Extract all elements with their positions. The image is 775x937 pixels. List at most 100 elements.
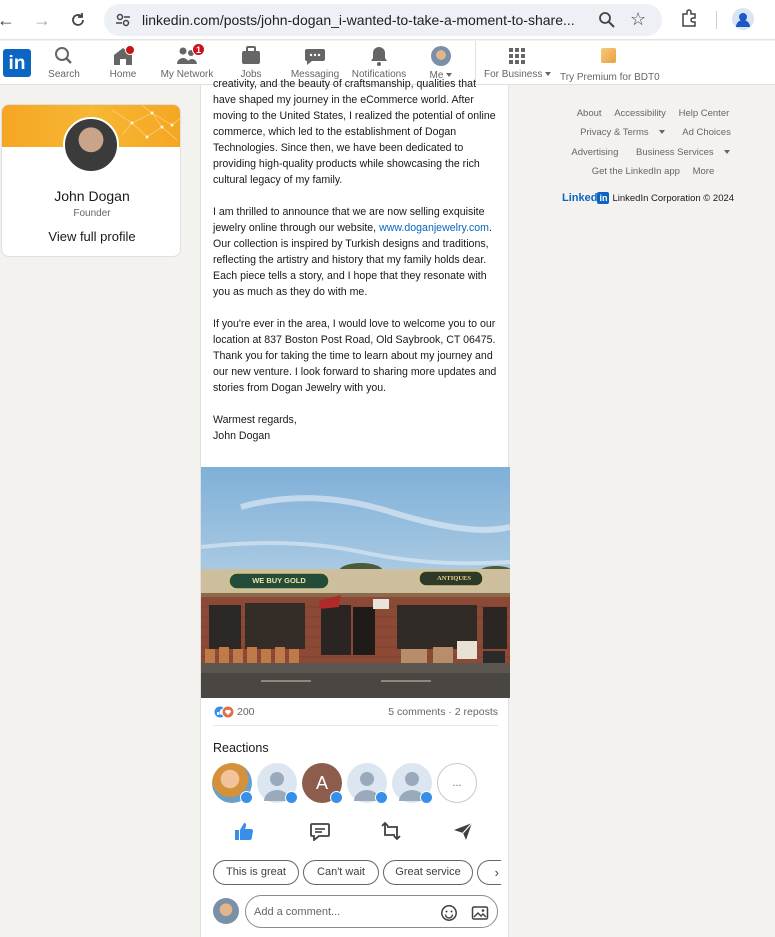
linkedin-wordmark-box: in — [597, 192, 610, 204]
reaction-icons[interactable] — [213, 705, 235, 719]
view-profile-link[interactable]: View full profile — [2, 229, 180, 244]
forward-icon[interactable]: → — [30, 8, 54, 32]
bookmark-star-icon[interactable]: ☆ — [630, 9, 646, 30]
commenter-avatar — [213, 898, 239, 924]
reactor-avatar[interactable] — [257, 763, 298, 804]
like-badge-icon — [375, 791, 388, 804]
nav-search[interactable]: Search — [48, 45, 80, 83]
copyright-text: LinkedIn Corporation © 2024 — [612, 193, 735, 204]
grid-icon — [505, 45, 529, 67]
footer-link-accessibility[interactable]: Accessibility — [614, 108, 666, 119]
photo-sign-left: WE BUY GOLD — [252, 576, 306, 585]
footer-link-business-services[interactable]: Business Services — [631, 147, 735, 158]
post-actions — [213, 821, 498, 843]
nav-label: Try Premium for BDT0 — [560, 72, 660, 83]
comment-icon[interactable] — [309, 821, 333, 843]
comment-composer — [213, 895, 498, 929]
suggestion-chip[interactable]: Great service — [383, 860, 473, 885]
reactions-heading: Reactions — [213, 741, 269, 755]
divider — [213, 725, 498, 726]
post-signature: John Dogan — [213, 430, 271, 442]
comment-box[interactable] — [245, 895, 498, 928]
reactor-initial: A — [315, 773, 328, 793]
footer-row: Advertising Business Services — [548, 147, 758, 158]
footer-link-more[interactable]: More — [693, 166, 715, 177]
extensions-icon[interactable] — [680, 9, 698, 27]
post-paragraph: I am thrilled to announce that we are no… — [213, 206, 492, 298]
avatar — [429, 46, 453, 68]
chevron-down-icon — [658, 130, 665, 135]
post-image[interactable]: WE BUY GOLD ANTIQUES — [201, 467, 510, 698]
like-icon[interactable] — [233, 821, 257, 843]
like-badge-icon — [285, 791, 298, 804]
like-badge-icon — [240, 791, 253, 804]
like-badge-icon — [420, 791, 433, 804]
footer-link-ad-choices[interactable]: Ad Choices — [682, 127, 731, 138]
chevron-right-icon[interactable]: › — [477, 860, 501, 885]
footer-link-advertising[interactable]: Advertising — [571, 147, 618, 158]
footer-row: Privacy & Terms Ad Choices — [548, 127, 758, 138]
footer-link-privacy-terms[interactable]: Privacy & Terms — [575, 127, 669, 138]
home-badge — [125, 45, 135, 55]
browser-profile-icon[interactable] — [732, 8, 754, 30]
social-counts: 200 5 comments · 2 reposts — [213, 705, 498, 721]
profile-card: John Dogan Founder View full profile — [1, 104, 181, 257]
reaction-count[interactable]: 200 — [237, 706, 255, 718]
site-settings-icon[interactable] — [114, 11, 132, 29]
post-signoff: Warmest regards, — [213, 414, 297, 426]
reactor-avatar[interactable]: A — [302, 763, 343, 804]
linkedin-wordmark: Linked — [562, 192, 598, 204]
zoom-icon[interactable] — [598, 11, 616, 29]
footer-link-about[interactable]: About — [577, 108, 602, 119]
more-reactors-button[interactable]: ... — [437, 763, 477, 803]
reactor-avatar[interactable] — [392, 763, 433, 804]
toolbar-divider — [716, 11, 717, 29]
profile-name[interactable]: John Dogan — [2, 188, 180, 204]
bell-icon — [367, 45, 391, 67]
footer-row: Get the LinkedIn app More — [548, 166, 758, 177]
home-icon — [111, 45, 135, 67]
footer-brand: Linked in LinkedIn Corporation © 2024 — [562, 192, 752, 206]
emoji-icon[interactable] — [440, 904, 458, 922]
back-icon[interactable]: ← — [0, 8, 18, 32]
address-bar[interactable]: linkedin.com/posts/john-dogan_i-wanted-t… — [104, 4, 662, 36]
footer-link-help-center[interactable]: Help Center — [679, 108, 730, 119]
post-paragraph: If you're ever in the area, I would love… — [213, 318, 497, 394]
reactor-list: A ... — [212, 763, 502, 804]
footer-link-get-app[interactable]: Get the LinkedIn app — [592, 166, 680, 177]
nav-label: Search — [48, 69, 80, 80]
image-icon[interactable] — [471, 904, 489, 922]
chevron-down-icon — [545, 72, 552, 77]
footer-row: About Accessibility Help Center — [548, 108, 758, 119]
profile-avatar[interactable] — [63, 117, 119, 173]
premium-icon — [596, 48, 620, 70]
network-badge: 1 — [192, 43, 205, 56]
like-badge-icon — [330, 791, 343, 804]
nav-my-network[interactable]: 1 My Network — [158, 43, 216, 83]
search-icon — [52, 45, 76, 67]
briefcase-icon — [239, 45, 263, 67]
url-text[interactable]: linkedin.com/posts/john-dogan_i-wanted-t… — [142, 12, 592, 28]
reload-icon[interactable] — [66, 8, 90, 32]
messaging-icon — [303, 45, 327, 67]
post-paragraph: creativity, and the beauty of craftsmans… — [213, 78, 496, 186]
nav-try-premium[interactable]: Try Premium for BDT0 — [560, 45, 660, 83]
comments-reposts-count[interactable]: 5 comments · 2 reposts — [388, 706, 498, 718]
reactor-avatar[interactable] — [347, 763, 388, 804]
post-text: creativity, and the beauty of craftsmans… — [213, 78, 501, 444]
chevron-down-icon — [723, 150, 730, 155]
nav-home[interactable]: Home — [106, 45, 140, 83]
browser-toolbar: ← → linkedin.com/posts/john-dogan_i-want… — [0, 0, 775, 40]
nav-label: Home — [109, 69, 137, 80]
repost-icon[interactable] — [380, 821, 404, 843]
network-icon: 1 — [175, 43, 205, 67]
suggestion-chip[interactable]: Can't wait — [303, 860, 379, 885]
reactor-avatar[interactable] — [212, 763, 253, 804]
profile-headline: Founder — [73, 208, 111, 219]
send-icon[interactable] — [452, 821, 476, 843]
comment-input[interactable] — [254, 903, 424, 921]
photo-sign-right: ANTIQUES — [437, 575, 471, 582]
website-link[interactable]: www.doganjewelry.com — [379, 222, 489, 234]
linkedin-logo[interactable]: in — [3, 49, 31, 77]
suggestion-chip[interactable]: This is great — [213, 860, 299, 885]
